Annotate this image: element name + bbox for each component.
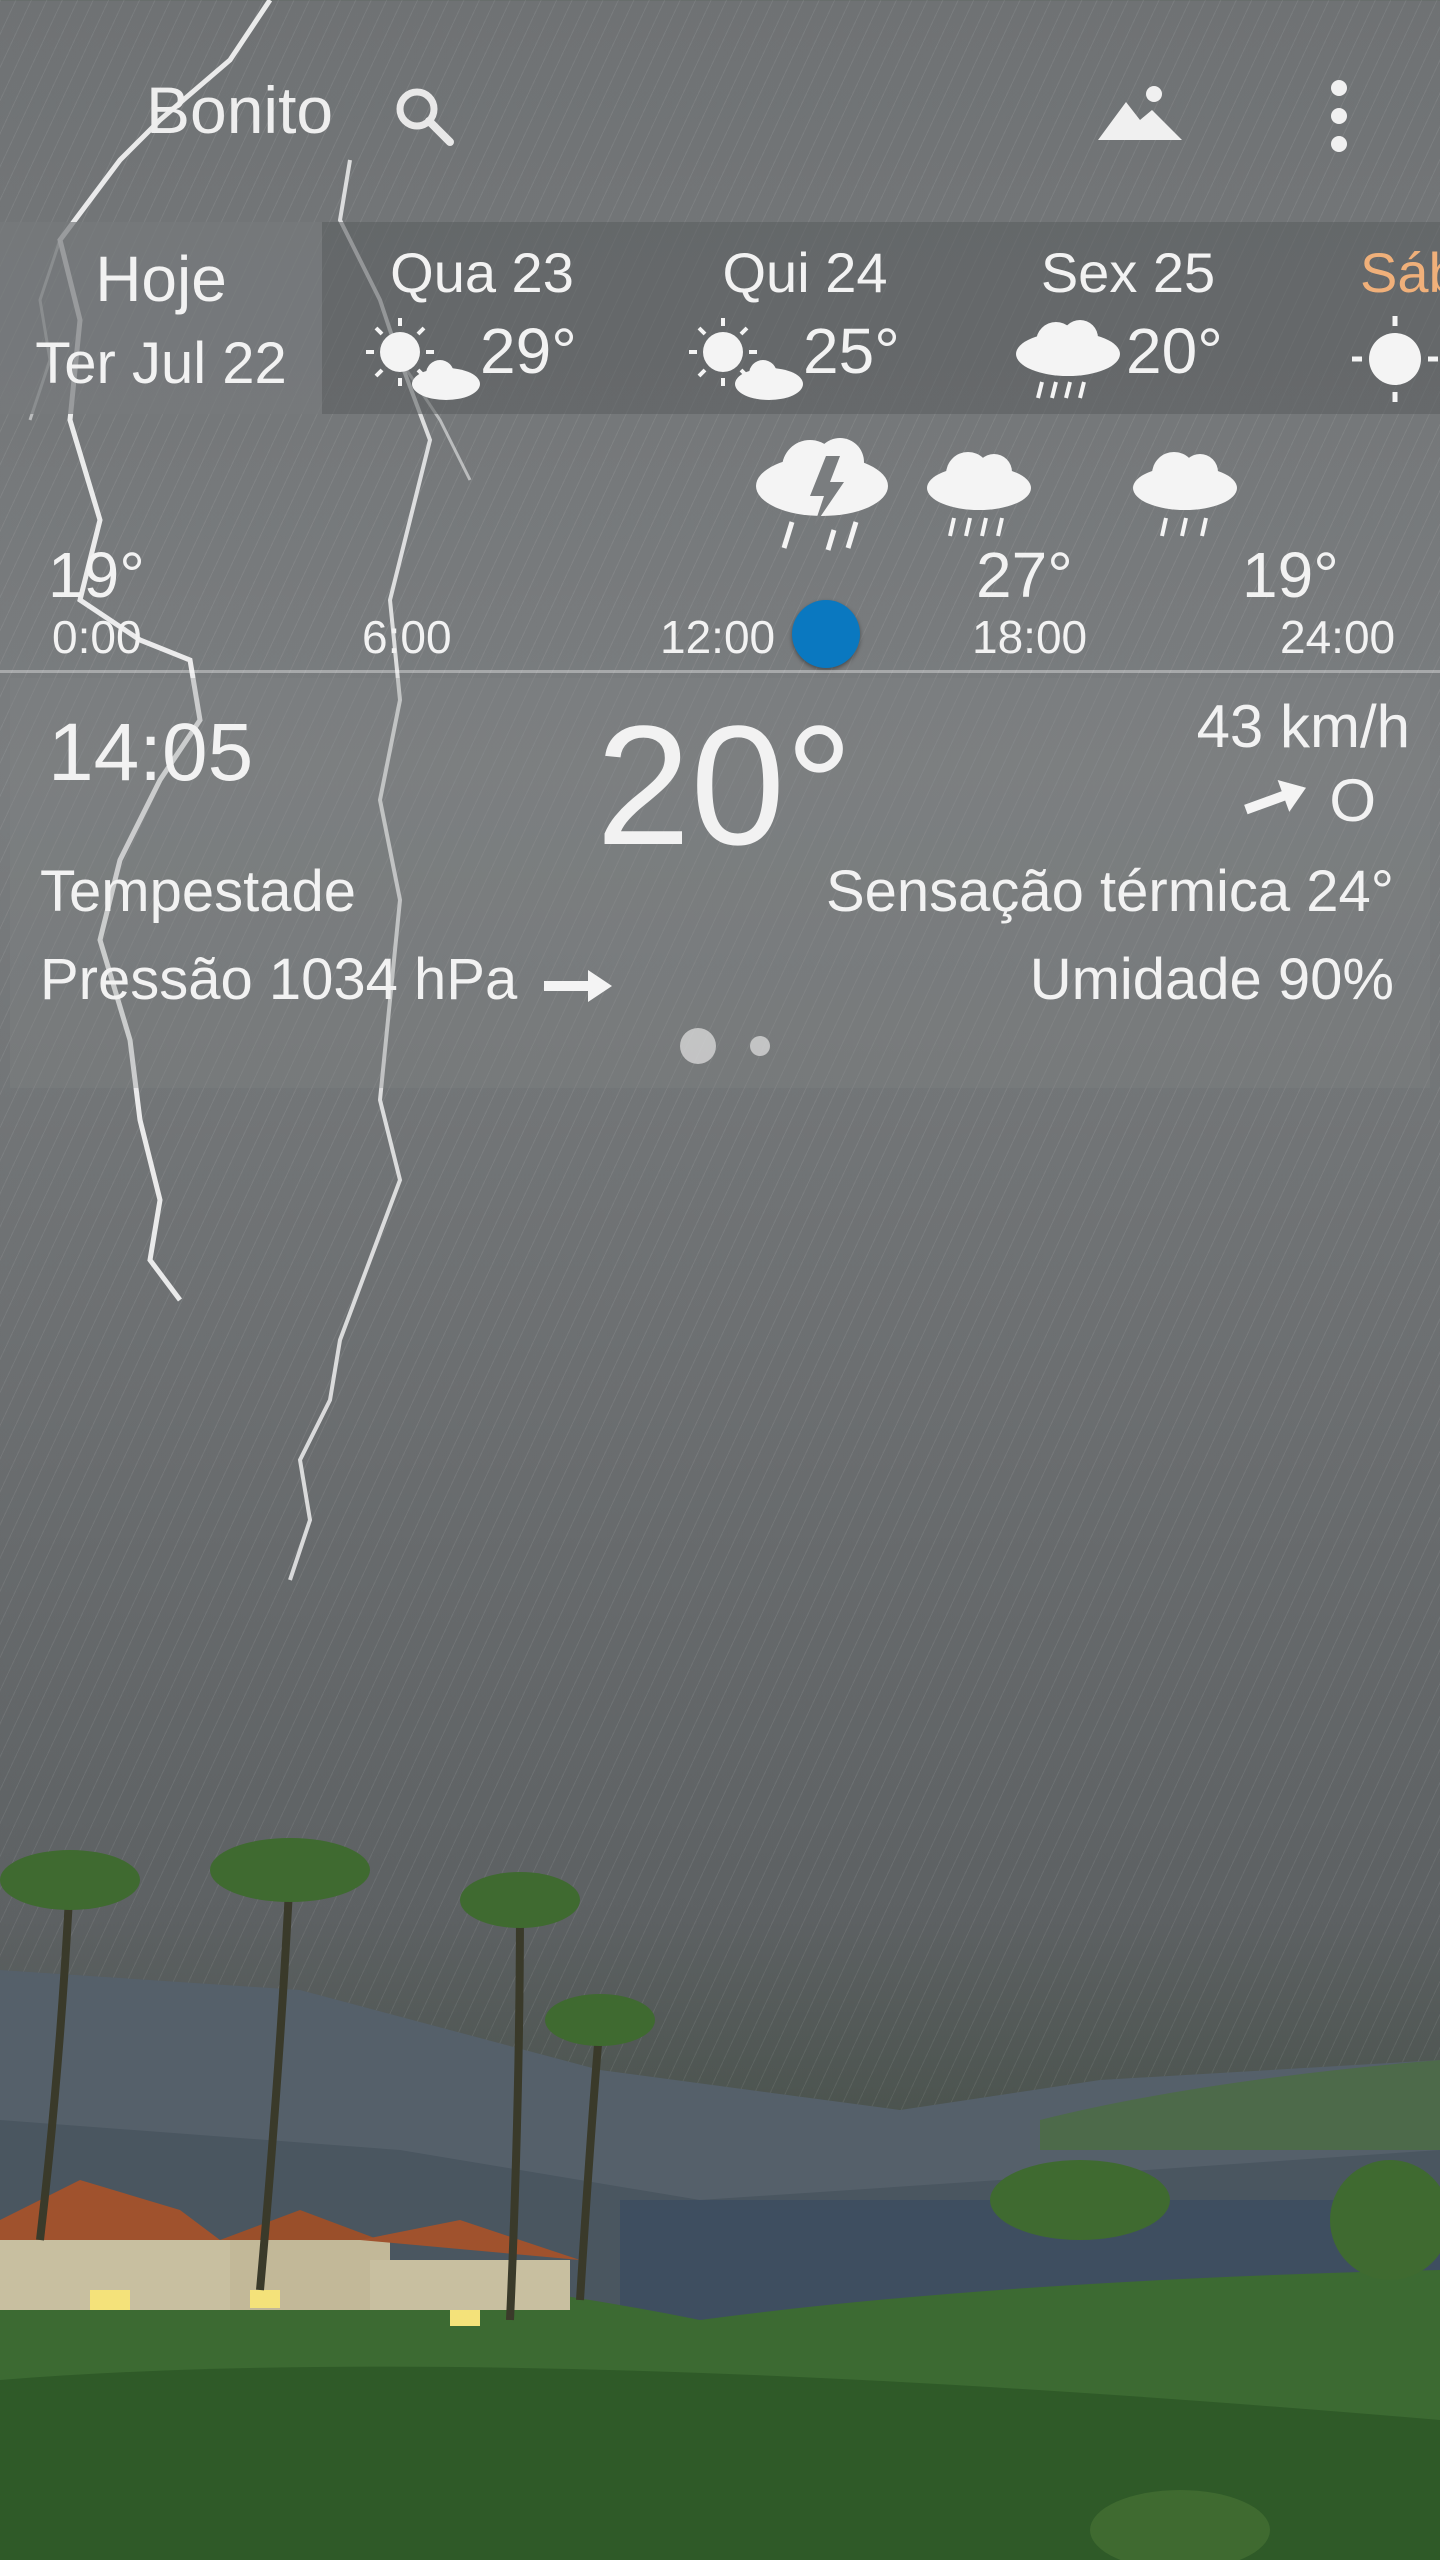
current-time: 14:05 <box>48 707 254 798</box>
hourly-temp: 19° <box>48 539 145 611</box>
rain-cloud-icon <box>1016 320 1120 399</box>
daily-forecast-strip[interactable]: Hoje Ter Jul 22 Qua 23 29° Qui 24 25° Se… <box>0 222 1440 414</box>
hour-label: 12:00 <box>660 611 776 663</box>
light-rain-cloud-icon <box>1133 452 1237 537</box>
day-name: Sáb <box>1360 241 1440 304</box>
forecast-day[interactable]: Sáb <box>1320 222 1440 414</box>
wind-direction: O <box>1329 767 1376 834</box>
feels-like: Sensação térmica 24° <box>825 859 1394 924</box>
today-label: Hoje <box>95 243 227 315</box>
forecast-day[interactable]: Qua 23 29° <box>322 222 642 414</box>
pressure: Pressão 1034 hPa <box>40 947 518 1012</box>
top-bar: Bonito <box>0 0 1440 220</box>
forecast-today[interactable]: Hoje Ter Jul 22 <box>0 222 322 414</box>
current-conditions-panel[interactable]: 14:05 20° 43 km/h O Tempestade Sensação … <box>10 678 1430 1088</box>
city-name[interactable]: Bonito <box>146 72 333 148</box>
timeline-divider <box>0 670 1440 673</box>
landscape-scenery <box>0 1838 1440 2560</box>
today-date: Ter Jul 22 <box>35 331 287 396</box>
pressure-trend-arrow-icon <box>544 970 612 1002</box>
day-name: Qua 23 <box>390 241 574 304</box>
day-name: Sex 25 <box>1040 241 1216 304</box>
sun-icon <box>1352 316 1438 402</box>
sun-cloud-icon <box>366 318 480 400</box>
rain-cloud-icon <box>927 452 1031 537</box>
forecast-day[interactable]: Qui 24 25° <box>645 222 965 414</box>
hourly-temp: 19° <box>1242 539 1339 611</box>
mountain-icon[interactable] <box>1098 82 1182 146</box>
thunderstorm-icon <box>756 438 888 551</box>
hour-label: 6:00 <box>362 611 452 663</box>
day-temp: 20° <box>1126 315 1223 387</box>
page-dot-active[interactable] <box>680 1028 716 1064</box>
humidity: Umidade 90% <box>1029 947 1394 1012</box>
current-temperature: 20° <box>596 691 854 881</box>
hourly-forecast[interactable]: 19° 27° 19° 0:00 6:00 12:00 18:00 24:00 <box>0 414 1440 676</box>
weather-condition: Tempestade <box>40 859 356 924</box>
wind-speed: 43 km/h <box>1196 693 1410 760</box>
hour-label: 18:00 <box>972 611 1088 663</box>
forecast-day[interactable]: Sex 25 20° <box>968 222 1288 414</box>
hourly-temp: 27° <box>976 539 1073 611</box>
more-options-icon[interactable] <box>1320 76 1358 156</box>
search-icon[interactable] <box>392 84 456 148</box>
sun-cloud-icon <box>689 318 803 400</box>
day-name: Qui 24 <box>722 241 888 304</box>
current-time-marker[interactable] <box>792 600 860 668</box>
hour-label: 0:00 <box>52 611 142 663</box>
day-temp: 29° <box>480 315 577 387</box>
wind-direction-arrow-icon <box>1244 779 1307 815</box>
page-indicator[interactable] <box>670 1026 790 1066</box>
hour-label: 24:00 <box>1280 611 1396 663</box>
day-temp: 25° <box>803 315 900 387</box>
page-dot[interactable] <box>750 1036 770 1056</box>
